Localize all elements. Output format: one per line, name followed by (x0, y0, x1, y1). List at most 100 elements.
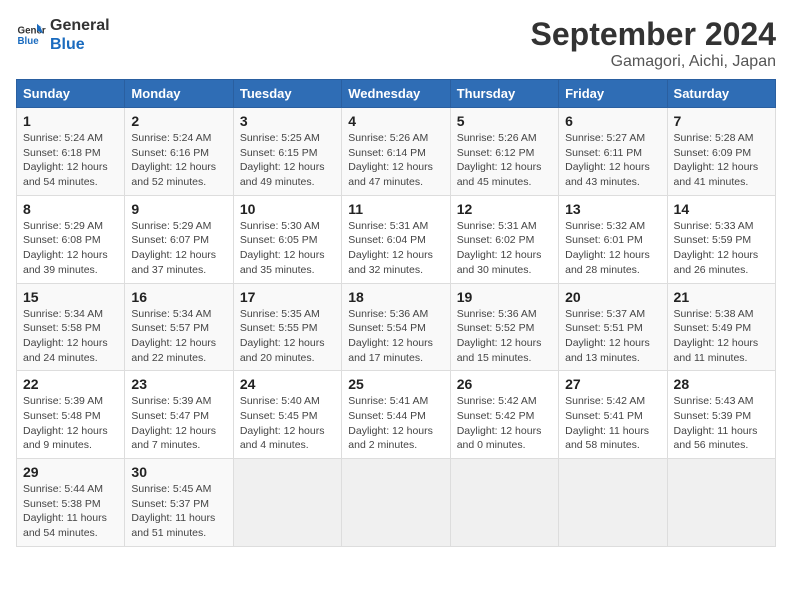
day-info: Sunrise: 5:24 AMSunset: 6:16 PMDaylight:… (131, 132, 216, 188)
header: General Blue General Blue September 2024… (16, 16, 776, 71)
svg-text:Blue: Blue (18, 36, 40, 47)
day-number: 22 (23, 376, 118, 392)
calendar-cell: 22 Sunrise: 5:39 AMSunset: 5:48 PMDaylig… (17, 371, 125, 459)
day-number: 18 (348, 289, 443, 305)
calendar-cell: 12 Sunrise: 5:31 AMSunset: 6:02 PMDaylig… (450, 195, 558, 283)
day-info: Sunrise: 5:29 AMSunset: 6:08 PMDaylight:… (23, 220, 108, 276)
day-info: Sunrise: 5:36 AMSunset: 5:54 PMDaylight:… (348, 308, 433, 364)
day-info: Sunrise: 5:34 AMSunset: 5:58 PMDaylight:… (23, 308, 108, 364)
day-number: 10 (240, 201, 335, 217)
day-number: 21 (674, 289, 769, 305)
header-monday: Monday (125, 80, 233, 108)
day-number: 1 (23, 113, 118, 129)
day-info: Sunrise: 5:31 AMSunset: 6:04 PMDaylight:… (348, 220, 433, 276)
logo-text-general: General (50, 16, 110, 35)
day-number: 30 (131, 464, 226, 480)
calendar-row: 8 Sunrise: 5:29 AMSunset: 6:08 PMDayligh… (17, 195, 776, 283)
calendar-cell: 8 Sunrise: 5:29 AMSunset: 6:08 PMDayligh… (17, 195, 125, 283)
day-number: 14 (674, 201, 769, 217)
day-number: 8 (23, 201, 118, 217)
calendar-cell: 10 Sunrise: 5:30 AMSunset: 6:05 PMDaylig… (233, 195, 341, 283)
title-area: September 2024 Gamagori, Aichi, Japan (531, 16, 776, 71)
day-number: 5 (457, 113, 552, 129)
day-number: 11 (348, 201, 443, 217)
day-info: Sunrise: 5:44 AMSunset: 5:38 PMDaylight:… (23, 483, 107, 539)
calendar-cell (559, 459, 667, 547)
calendar-cell: 3 Sunrise: 5:25 AMSunset: 6:15 PMDayligh… (233, 108, 341, 196)
day-info: Sunrise: 5:41 AMSunset: 5:44 PMDaylight:… (348, 395, 433, 451)
day-info: Sunrise: 5:42 AMSunset: 5:41 PMDaylight:… (565, 395, 649, 451)
calendar-cell: 14 Sunrise: 5:33 AMSunset: 5:59 PMDaylig… (667, 195, 775, 283)
calendar-cell: 15 Sunrise: 5:34 AMSunset: 5:58 PMDaylig… (17, 283, 125, 371)
calendar-cell: 7 Sunrise: 5:28 AMSunset: 6:09 PMDayligh… (667, 108, 775, 196)
day-info: Sunrise: 5:45 AMSunset: 5:37 PMDaylight:… (131, 483, 215, 539)
day-info: Sunrise: 5:26 AMSunset: 6:14 PMDaylight:… (348, 132, 433, 188)
calendar-cell: 11 Sunrise: 5:31 AMSunset: 6:04 PMDaylig… (342, 195, 450, 283)
day-info: Sunrise: 5:35 AMSunset: 5:55 PMDaylight:… (240, 308, 325, 364)
day-info: Sunrise: 5:26 AMSunset: 6:12 PMDaylight:… (457, 132, 542, 188)
calendar-cell: 6 Sunrise: 5:27 AMSunset: 6:11 PMDayligh… (559, 108, 667, 196)
day-number: 28 (674, 376, 769, 392)
day-number: 7 (674, 113, 769, 129)
day-info: Sunrise: 5:40 AMSunset: 5:45 PMDaylight:… (240, 395, 325, 451)
header-sunday: Sunday (17, 80, 125, 108)
calendar-row: 29 Sunrise: 5:44 AMSunset: 5:38 PMDaylig… (17, 459, 776, 547)
calendar-row: 1 Sunrise: 5:24 AMSunset: 6:18 PMDayligh… (17, 108, 776, 196)
day-number: 19 (457, 289, 552, 305)
day-info: Sunrise: 5:42 AMSunset: 5:42 PMDaylight:… (457, 395, 542, 451)
day-info: Sunrise: 5:24 AMSunset: 6:18 PMDaylight:… (23, 132, 108, 188)
calendar-cell: 30 Sunrise: 5:45 AMSunset: 5:37 PMDaylig… (125, 459, 233, 547)
day-number: 27 (565, 376, 660, 392)
day-number: 25 (348, 376, 443, 392)
day-number: 2 (131, 113, 226, 129)
header-wednesday: Wednesday (342, 80, 450, 108)
day-number: 13 (565, 201, 660, 217)
day-number: 23 (131, 376, 226, 392)
calendar-cell (342, 459, 450, 547)
calendar-cell: 19 Sunrise: 5:36 AMSunset: 5:52 PMDaylig… (450, 283, 558, 371)
calendar-cell: 25 Sunrise: 5:41 AMSunset: 5:44 PMDaylig… (342, 371, 450, 459)
day-number: 6 (565, 113, 660, 129)
calendar-row: 22 Sunrise: 5:39 AMSunset: 5:48 PMDaylig… (17, 371, 776, 459)
calendar-table: SundayMondayTuesdayWednesdayThursdayFrid… (16, 79, 776, 547)
location-title: Gamagori, Aichi, Japan (531, 53, 776, 71)
day-info: Sunrise: 5:31 AMSunset: 6:02 PMDaylight:… (457, 220, 542, 276)
day-number: 9 (131, 201, 226, 217)
calendar-cell: 1 Sunrise: 5:24 AMSunset: 6:18 PMDayligh… (17, 108, 125, 196)
day-info: Sunrise: 5:38 AMSunset: 5:49 PMDaylight:… (674, 308, 759, 364)
day-info: Sunrise: 5:36 AMSunset: 5:52 PMDaylight:… (457, 308, 542, 364)
calendar-cell: 13 Sunrise: 5:32 AMSunset: 6:01 PMDaylig… (559, 195, 667, 283)
calendar-cell: 21 Sunrise: 5:38 AMSunset: 5:49 PMDaylig… (667, 283, 775, 371)
calendar-cell: 27 Sunrise: 5:42 AMSunset: 5:41 PMDaylig… (559, 371, 667, 459)
calendar-cell: 28 Sunrise: 5:43 AMSunset: 5:39 PMDaylig… (667, 371, 775, 459)
calendar-cell (667, 459, 775, 547)
day-number: 16 (131, 289, 226, 305)
day-number: 17 (240, 289, 335, 305)
day-number: 26 (457, 376, 552, 392)
calendar-cell: 9 Sunrise: 5:29 AMSunset: 6:07 PMDayligh… (125, 195, 233, 283)
day-info: Sunrise: 5:37 AMSunset: 5:51 PMDaylight:… (565, 308, 650, 364)
day-info: Sunrise: 5:39 AMSunset: 5:48 PMDaylight:… (23, 395, 108, 451)
day-info: Sunrise: 5:32 AMSunset: 6:01 PMDaylight:… (565, 220, 650, 276)
logo-icon: General Blue (16, 20, 46, 50)
calendar-cell (233, 459, 341, 547)
calendar-cell: 17 Sunrise: 5:35 AMSunset: 5:55 PMDaylig… (233, 283, 341, 371)
calendar-cell: 20 Sunrise: 5:37 AMSunset: 5:51 PMDaylig… (559, 283, 667, 371)
calendar-cell: 26 Sunrise: 5:42 AMSunset: 5:42 PMDaylig… (450, 371, 558, 459)
calendar-cell: 5 Sunrise: 5:26 AMSunset: 6:12 PMDayligh… (450, 108, 558, 196)
header-saturday: Saturday (667, 80, 775, 108)
day-info: Sunrise: 5:43 AMSunset: 5:39 PMDaylight:… (674, 395, 758, 451)
day-number: 29 (23, 464, 118, 480)
day-info: Sunrise: 5:27 AMSunset: 6:11 PMDaylight:… (565, 132, 650, 188)
logo-text-blue: Blue (50, 35, 110, 54)
day-info: Sunrise: 5:39 AMSunset: 5:47 PMDaylight:… (131, 395, 216, 451)
calendar-cell: 23 Sunrise: 5:39 AMSunset: 5:47 PMDaylig… (125, 371, 233, 459)
header-tuesday: Tuesday (233, 80, 341, 108)
day-info: Sunrise: 5:29 AMSunset: 6:07 PMDaylight:… (131, 220, 216, 276)
day-number: 24 (240, 376, 335, 392)
calendar-cell: 29 Sunrise: 5:44 AMSunset: 5:38 PMDaylig… (17, 459, 125, 547)
day-number: 3 (240, 113, 335, 129)
day-info: Sunrise: 5:34 AMSunset: 5:57 PMDaylight:… (131, 308, 216, 364)
day-number: 12 (457, 201, 552, 217)
month-title: September 2024 (531, 16, 776, 53)
